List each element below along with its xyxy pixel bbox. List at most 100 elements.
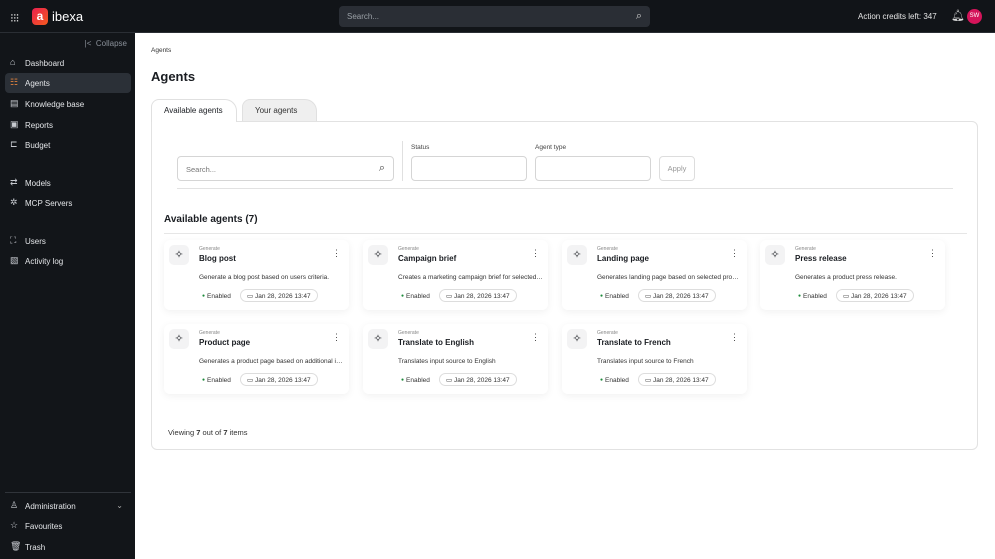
sparkle-icon: ✧ — [368, 245, 388, 265]
more-options-icon[interactable]: ⋮ — [332, 332, 341, 343]
status-badge: Enabled — [401, 377, 430, 384]
collapse-button[interactable]: |< Collapse — [85, 39, 127, 48]
logo[interactable]: a — [32, 8, 48, 25]
date-badge: ▭ Jan 28, 2026 13:47 — [439, 289, 517, 302]
clipboard-icon: ▣ — [10, 119, 19, 129]
sidebar-item-agents[interactable]: ☷ Agents — [5, 73, 131, 93]
sidebar-item-users[interactable]: ⛶ Users — [5, 231, 131, 251]
agent-card[interactable]: ✧ Generate Translate to English ⋮ Transl… — [363, 324, 548, 394]
more-options-icon[interactable]: ⋮ — [531, 248, 540, 259]
calendar-icon: ▭ — [645, 377, 652, 384]
more-options-icon[interactable]: ⋮ — [730, 332, 739, 343]
calendar-icon: ▭ — [645, 293, 652, 300]
divider — [402, 141, 403, 181]
more-options-icon[interactable]: ⋮ — [928, 248, 937, 259]
divider — [5, 492, 131, 493]
sidebar-item-favourites[interactable]: ☆ Favourites — [5, 516, 131, 536]
divider — [164, 233, 967, 234]
breadcrumb[interactable]: Agents — [151, 47, 171, 54]
agent-category: Generate — [199, 330, 220, 336]
agent-title[interactable]: Translate to French — [597, 338, 671, 347]
agents-panel: Search... ⌕ Status Agent type Apply Avail… — [151, 121, 978, 450]
status-select[interactable] — [411, 156, 527, 181]
agent-category: Generate — [795, 246, 816, 252]
sidebar-item-reports[interactable]: ▣ Reports — [5, 115, 131, 135]
date-badge: ▭ Jan 28, 2026 13:47 — [638, 373, 716, 386]
calendar-icon: ▭ — [247, 377, 254, 384]
agent-type-label: Agent type — [535, 144, 567, 151]
agent-description: Generates a product press release. — [795, 274, 897, 281]
agent-category: Generate — [199, 246, 220, 252]
sidebar-item-trash[interactable]: 🗑︎ Trash — [5, 537, 131, 557]
status-badge: Enabled — [202, 293, 231, 300]
global-search-input[interactable]: Search... ⌕ — [339, 6, 650, 27]
status-badge: Enabled — [798, 293, 827, 300]
agent-title[interactable]: Campaign brief — [398, 254, 456, 263]
sidebar-item-models[interactable]: ⇄ Models — [5, 173, 131, 193]
agent-card[interactable]: ✧ Generate Press release ⋮ Generates a p… — [760, 240, 945, 310]
more-options-icon[interactable]: ⋮ — [730, 248, 739, 259]
status-badge: Enabled — [202, 377, 231, 384]
calendar-icon: ▭ — [843, 293, 850, 300]
sidebar-item-dashboard[interactable]: ⌂ Dashboard — [5, 53, 131, 73]
date-badge: ▭ Jan 28, 2026 13:47 — [240, 289, 318, 302]
section-title: Available agents (7) — [164, 214, 258, 225]
search-icon[interactable]: ⌕ — [379, 162, 385, 175]
cart-icon: ⊏ — [10, 139, 18, 149]
arrows-icon: ⇄ — [10, 177, 18, 187]
date-badge: ▭ Jan 28, 2026 13:47 — [638, 289, 716, 302]
avatar[interactable]: SW — [967, 9, 982, 24]
more-options-icon[interactable]: ⋮ — [531, 332, 540, 343]
admin-icon: ♙ — [10, 500, 19, 510]
more-options-icon[interactable]: ⋮ — [332, 248, 341, 259]
status-badge: Enabled — [600, 377, 629, 384]
sidebar-item-administration[interactable]: ♙ Administration ⌄ — [5, 496, 131, 516]
agent-card[interactable]: ✧ Generate Landing page ⋮ Generates land… — [562, 240, 747, 310]
agent-title[interactable]: Blog post — [199, 254, 236, 263]
agent-card[interactable]: ✧ Generate Campaign brief ⋮ Creates a ma… — [363, 240, 548, 310]
agent-description: Generates a product page based on additi… — [199, 358, 344, 365]
sidebar-item-budget[interactable]: ⊏ Budget — [5, 135, 131, 155]
sidebar-item-activity-log[interactable]: ▧ Activity log — [5, 251, 131, 271]
date-badge: ▭ Jan 28, 2026 13:47 — [836, 289, 914, 302]
sparkle-icon: ✧ — [765, 245, 785, 265]
calendar-icon: ▭ — [446, 377, 453, 384]
bell-icon[interactable]: 🔔︎ — [951, 9, 965, 22]
pagination-info: Viewing 7 out of 7 items — [168, 428, 248, 437]
date-badge: ▭ Jan 28, 2026 13:47 — [439, 373, 517, 386]
tab-available-agents[interactable]: Available agents — [151, 99, 237, 122]
status-label: Status — [411, 144, 430, 151]
main-content: Agents Agents Available agents Your agen… — [135, 33, 995, 559]
agent-category: Generate — [398, 246, 419, 252]
agent-title[interactable]: Landing page — [597, 254, 649, 263]
sidebar-item-mcp-servers[interactable]: ✲ MCP Servers — [5, 193, 131, 213]
agent-type-select[interactable] — [535, 156, 651, 181]
agent-description: Translates input source to French — [597, 358, 694, 365]
agent-card[interactable]: ✧ Generate Translate to French ⋮ Transla… — [562, 324, 747, 394]
agent-card[interactable]: ✧ Generate Product page ⋮ Generates a pr… — [164, 324, 349, 394]
sparkle-icon: ✧ — [169, 329, 189, 349]
sidebar-item-knowledge-base[interactable]: ▤ Knowledge base — [5, 94, 131, 114]
calendar-icon: ▭ — [247, 293, 254, 300]
search-input[interactable]: Search... ⌕ — [177, 156, 394, 181]
top-bar: ⁝⁝⁝ a ibexa Search... ⌕ Action credits le… — [0, 0, 995, 33]
status-badge: Enabled — [401, 293, 430, 300]
agent-title[interactable]: Product page — [199, 338, 250, 347]
search-placeholder: Search... — [347, 12, 380, 21]
sparkle-icon: ✧ — [567, 245, 587, 265]
app-grid-icon[interactable]: ⁝⁝⁝ — [10, 11, 20, 25]
chevron-down-icon: ⌄ — [116, 501, 123, 510]
sparkle-icon: ✧ — [368, 329, 388, 349]
sparkle-icon: ✧ — [169, 245, 189, 265]
agent-title[interactable]: Press release — [795, 254, 847, 263]
tab-your-agents[interactable]: Your agents — [242, 99, 317, 121]
agent-title[interactable]: Translate to English — [398, 338, 474, 347]
calendar-icon: ▭ — [446, 293, 453, 300]
agent-category: Generate — [597, 246, 618, 252]
log-icon: ▧ — [10, 255, 19, 265]
apply-button[interactable]: Apply — [659, 156, 695, 181]
search-icon[interactable]: ⌕ — [636, 10, 642, 23]
agent-card[interactable]: ✧ Generate Blog post ⋮ Generate a blog p… — [164, 240, 349, 310]
agents-icon: ☷ — [10, 77, 19, 87]
divider — [177, 188, 953, 189]
